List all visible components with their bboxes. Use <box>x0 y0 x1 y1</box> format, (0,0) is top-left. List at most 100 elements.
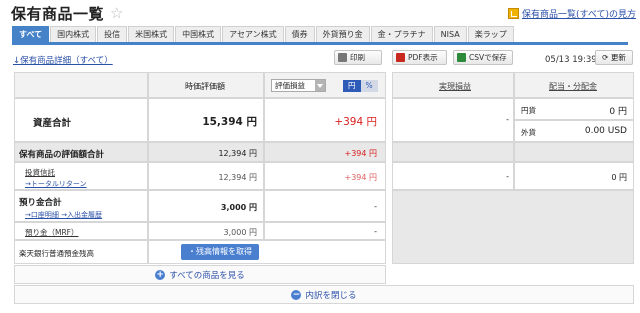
tab-all[interactable]: すべて <box>12 26 50 42</box>
deposit-value: 3,000 円 <box>220 203 257 212</box>
pdf-button[interactable]: PDF表示 <box>392 50 447 65</box>
tab-bonds[interactable]: 債券 <box>284 26 315 42</box>
mrf-label-cell: 預り金（MRF） <box>14 222 148 240</box>
title-row: 保有商品一覧 ☆ <box>11 2 123 24</box>
get-balance-button[interactable]: ・残高情報を取得 <box>181 244 259 260</box>
tab-rakuwrap[interactable]: 楽ラップ <box>467 26 514 42</box>
csv-label: CSVで保存 <box>469 53 507 62</box>
close-breakdown-label: 内訳を閉じる <box>305 290 357 301</box>
tab-fx-deposits[interactable]: 外貨預り金 <box>315 26 370 42</box>
fund-div: 0 円 <box>611 173 627 182</box>
valuation-header: 時価評価額 <box>185 82 225 91</box>
holdings-label: 保有商品の評価額合計 <box>19 150 105 160</box>
help-link[interactable]: 保有商品一覧(すべて)の見方 <box>522 7 636 20</box>
tab-china-stocks[interactable]: 中国株式 <box>175 26 222 42</box>
mrf-value-cell: 3,000 円 <box>148 222 264 240</box>
tab-gold-platinum[interactable]: 金・プラチナ <box>370 26 433 42</box>
page-title: 保有商品一覧 <box>11 4 105 23</box>
holdings-value-cell: 12,394 円 <box>148 142 264 162</box>
account-links[interactable]: →口座明細 →入出金履歴 <box>25 210 102 220</box>
deposit-gain-cell: - <box>264 190 386 222</box>
tab-asean-stocks[interactable]: アセアン株式 <box>222 26 284 42</box>
deposit-label: 預り金合計 <box>19 198 62 208</box>
tab-nisa[interactable]: NISA <box>433 26 467 42</box>
csv-button[interactable]: CSVで保存 <box>453 50 513 65</box>
div-fx-value: 0.00 USD <box>584 126 627 136</box>
holdings-value: 12,394 円 <box>218 149 257 158</box>
header-valuation: 時価評価額 <box>148 72 264 98</box>
asset-total-gain-cell: +394 円 <box>264 98 386 142</box>
asset-total-gain: +394 円 <box>334 116 377 128</box>
tab-funds[interactable]: 投信 <box>97 26 128 42</box>
detail-link[interactable]: ↓保有商品詳細（すべて） <box>13 54 113 66</box>
bank-label-cell: 楽天銀行普通預金残高 <box>14 240 148 264</box>
realized-header[interactable]: 実現損益 <box>439 81 471 92</box>
print-label: 印刷 <box>350 53 365 62</box>
realized-total: - <box>506 115 509 124</box>
div-holdings-cell <box>514 142 634 162</box>
fund-label-cell: 投資信託 →トータルリターン <box>14 162 148 190</box>
minus-circle-icon: − <box>291 289 302 300</box>
refresh-button[interactable]: ⟳ 更新 <box>595 50 633 65</box>
deposit-gain: - <box>374 202 377 211</box>
realized-holdings-cell <box>392 142 514 162</box>
div-fx-cell: 外貨 0.00 USD <box>514 120 634 142</box>
plus-circle-icon: + <box>155 269 166 280</box>
dividend-header[interactable]: 配当・分配金 <box>549 81 597 92</box>
realized-header-cell: 実現損益 <box>392 72 514 98</box>
timestamp: 05/13 19:39 <box>545 55 597 65</box>
star-icon[interactable]: ☆ <box>110 5 123 21</box>
holdings-gain: +394 円 <box>344 149 377 158</box>
unit-toggle: 円 % <box>343 80 378 92</box>
pdf-label: PDF表示 <box>408 53 438 62</box>
fund-value: 12,394 円 <box>218 173 257 182</box>
close-breakdown-button[interactable]: − 内訳を閉じる <box>14 285 634 304</box>
div-fx-label: 外貨 <box>521 128 536 137</box>
show-all-label: すべての商品を見る <box>169 270 245 281</box>
asset-total-label: 資産合計 <box>33 118 72 129</box>
tab-domestic-stocks[interactable]: 国内株式 <box>50 26 97 42</box>
div-jpy-label: 円貨 <box>521 106 536 115</box>
holdings-label-cell: 保有商品の評価額合計 <box>14 142 148 162</box>
csv-icon <box>457 53 466 62</box>
asset-total-value: 15,394 円 <box>202 116 257 128</box>
gain-select[interactable]: 評価損益 <box>271 79 326 92</box>
header-gain: 評価損益 円 % <box>264 72 386 98</box>
fund-gain-cell: +394 円 <box>264 162 386 190</box>
deposit-value-cell: 3,000 円 <box>148 190 264 222</box>
asset-total-value-cell: 15,394 円 <box>148 98 264 142</box>
toggle-percent[interactable]: % <box>360 80 378 92</box>
help-link-wrap[interactable]: 保有商品一覧(すべて)の見方 <box>507 7 636 20</box>
print-icon <box>338 53 347 62</box>
print-button[interactable]: 印刷 <box>334 50 382 65</box>
div-jpy-value: 0 円 <box>609 107 627 117</box>
div-jpy-cell: 円貨 0 円 <box>514 98 634 120</box>
total-return-link[interactable]: →トータルリターン <box>25 179 87 189</box>
right-empty-area <box>392 190 634 264</box>
holdings-gain-cell: +394 円 <box>264 142 386 162</box>
toggle-yen[interactable]: 円 <box>343 80 361 92</box>
mrf-gain: - <box>374 227 377 236</box>
mrf-gain-cell: - <box>264 222 386 240</box>
portfolio-page: 保有商品一覧 ☆ 保有商品一覧(すべて)の見方 すべて 国内株式 投信 米国株式… <box>0 0 640 313</box>
help-icon <box>507 8 519 19</box>
pdf-icon <box>396 53 405 62</box>
bank-label: 楽天銀行普通預金残高 <box>19 249 94 258</box>
show-all-button[interactable]: + すべての商品を見る <box>14 265 386 284</box>
dividend-header-cell: 配当・分配金 <box>514 72 634 98</box>
fund-link[interactable]: 投資信託 <box>25 167 55 178</box>
header-blank <box>14 72 148 98</box>
deposit-label-cell: 預り金合計 →口座明細 →入出金履歴 <box>14 190 148 222</box>
refresh-icon: ⟳ <box>602 53 609 62</box>
fund-realized: - <box>506 172 509 181</box>
refresh-label: 更新 <box>610 53 626 62</box>
asset-total-label-cell: 資産合計 <box>14 98 148 142</box>
fund-value-cell: 12,394 円 <box>148 162 264 190</box>
mrf-value: 3,000 円 <box>223 228 257 237</box>
realized-total-cell: - <box>392 98 514 142</box>
fund-gain: +394 円 <box>344 173 377 182</box>
tab-us-stocks[interactable]: 米国株式 <box>128 26 175 42</box>
chevron-down-icon <box>315 80 325 91</box>
mrf-link[interactable]: 預り金（MRF） <box>25 227 79 238</box>
gain-select-value: 評価損益 <box>275 81 305 90</box>
